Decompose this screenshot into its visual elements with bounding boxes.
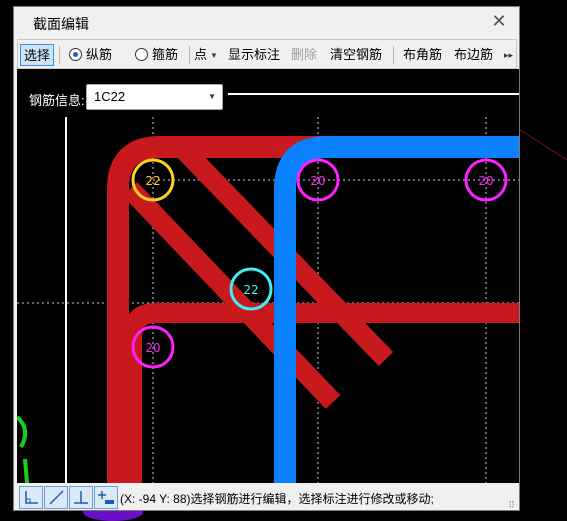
rebar-info-select[interactable]: 1C22 ▼ [86, 84, 223, 110]
rebar-info-value: 1C22 [94, 89, 126, 104]
rebar-diameter-label: 22 [145, 174, 160, 188]
toolbar-separator [59, 46, 60, 64]
point-dropdown-label: 点 [194, 47, 208, 62]
section-drawing[interactable]: 22 20 20 22 20 [17, 69, 519, 483]
delete-button[interactable]: 删除 [291, 44, 317, 66]
close-icon[interactable]: ✕ [489, 11, 509, 31]
status-message: (X: -94 Y: 88)选择钢筋进行编辑，选择标注进行修改或移动; [120, 492, 434, 506]
show-label-button[interactable]: 显示标注 [228, 44, 280, 66]
rebar-diameter-label: 20 [145, 341, 160, 355]
point-dropdown[interactable]: 点 ▼ [194, 44, 218, 66]
dialog-title: 截面编辑 [33, 16, 89, 32]
rebar-diameter-label: 20 [478, 174, 493, 188]
orthogonal-icon [25, 491, 38, 504]
chevron-down-icon: ▼ [210, 51, 218, 60]
chevron-down-icon: ▼ [208, 92, 216, 101]
perpendicular-snap-button[interactable] [69, 486, 93, 509]
outer-red-line [519, 129, 567, 161]
radio-checked-icon [69, 48, 82, 61]
radio-unchecked-icon [135, 48, 148, 61]
section-edit-dialog: 截面编辑 ✕ 选择 纵筋 箍筋 点 ▼ 显示标注 删除 清空钢筋 布角筋 布边筋 … [13, 6, 520, 511]
toolbar-overflow-icon[interactable]: ▸▸ [504, 44, 513, 66]
section-canvas[interactable]: 22 20 20 22 20 钢筋信息: 1C22 ▼ [17, 69, 519, 483]
diagonal-line-icon [49, 490, 64, 505]
diagonal-snap-button[interactable] [44, 486, 68, 509]
rebar-diameter-label: 22 [243, 283, 258, 297]
toolbar: 选择 纵筋 箍筋 点 ▼ 显示标注 删除 清空钢筋 布角筋 布边筋 ▸▸ [17, 39, 517, 69]
longitudinal-radio-label: 纵筋 [86, 47, 113, 62]
green-partial-mark [23, 458, 29, 483]
stirrup-radio[interactable]: 箍筋 [135, 44, 178, 66]
green-partial-mark [17, 415, 28, 448]
side-rebar-button[interactable]: 布边筋 [454, 44, 493, 66]
stirrup-radio-label: 箍筋 [152, 47, 179, 62]
select-button[interactable]: 选择 [20, 44, 54, 66]
perpendicular-icon [74, 491, 88, 504]
resize-grip-icon[interactable]: ⠿ [508, 501, 515, 510]
rebar-diameter-label: 20 [310, 174, 325, 188]
title-bar: 截面编辑 ✕ [14, 7, 519, 37]
add-dimension-icon [98, 491, 114, 504]
toolbar-separator [189, 46, 190, 64]
longitudinal-radio[interactable]: 纵筋 [69, 44, 112, 66]
orthogonal-snap-button[interactable] [19, 486, 43, 509]
corner-rebar-button[interactable]: 布角筋 [403, 44, 442, 66]
rebar-info-label: 钢筋信息: [29, 93, 85, 108]
add-dimension-button[interactable] [94, 486, 118, 509]
toolbar-separator [393, 46, 394, 64]
status-bar: (X: -94 Y: 88)选择钢筋进行编辑，选择标注进行修改或移动; ⠿ [17, 483, 517, 510]
clear-rebar-button[interactable]: 清空钢筋 [330, 44, 382, 66]
